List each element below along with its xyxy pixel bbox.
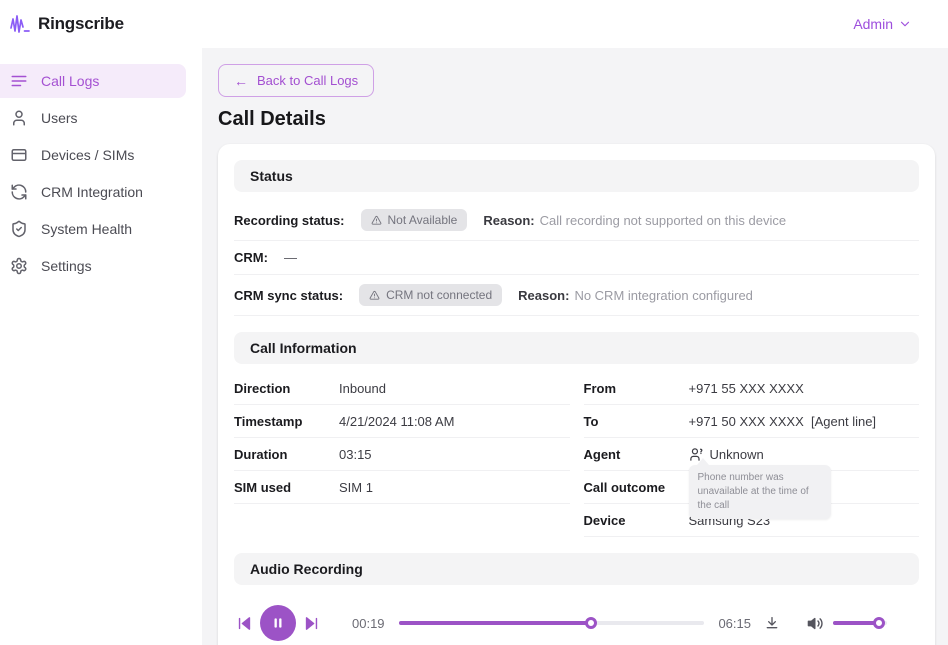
chevron-down-icon: [898, 17, 912, 31]
sidebar-item-label: Users: [41, 110, 78, 126]
shield-check-icon: [10, 220, 28, 238]
field-value: +971 55 XXX XXXX: [689, 381, 804, 396]
total-duration: 06:15: [718, 616, 751, 631]
crm-sync-status-row: CRM sync status: CRM not connected Reaso…: [234, 275, 919, 316]
badge-label: Not Available: [388, 213, 458, 227]
sidebar-item-users[interactable]: Users: [0, 101, 186, 135]
timestamp-row: Timestamp 4/21/2024 11:08 AM: [234, 405, 570, 438]
skip-forward-button[interactable]: [303, 615, 320, 632]
recording-status-row: Recording status: Not Available Reason: …: [234, 200, 919, 241]
seek-bar-thumb[interactable]: [585, 617, 597, 629]
to-row: To +971 50 XXX XXXX [Agent line]: [584, 405, 920, 438]
field-label: From: [584, 381, 689, 396]
waveform-logo-icon: [8, 12, 32, 36]
call-information-section-header: Call Information: [234, 332, 919, 364]
sidebar-item-label: Settings: [41, 258, 92, 274]
crm-value: —: [284, 250, 297, 265]
page-title: Call Details: [218, 108, 935, 131]
field-value: 03:15: [339, 447, 372, 462]
seek-bar[interactable]: [399, 621, 705, 625]
call-information-right-column: From +971 55 XXX XXXX To +971 50 XXX XXX…: [584, 372, 920, 537]
top-bar: Ringscribe Admin: [0, 0, 948, 48]
volume-slider-fill: [833, 621, 879, 625]
brand-logo: Ringscribe: [8, 12, 124, 36]
call-outcome-row: Call outcome Phone number was unavailabl…: [584, 471, 920, 504]
audio-player: 00:19 06:15: [234, 593, 919, 645]
crm-row: CRM: —: [234, 241, 919, 275]
sidebar-item-label: Call Logs: [41, 73, 99, 89]
call-outcome-tooltip: Phone number was unavailable at the time…: [689, 465, 831, 519]
field-label: Call outcome: [584, 480, 689, 495]
sim-used-row: SIM used SIM 1: [234, 471, 570, 504]
field-label: SIM used: [234, 480, 339, 495]
brand-name: Ringscribe: [38, 14, 124, 34]
sidebar: Call Logs Users Devices / SIMs CRM Integ…: [0, 48, 202, 645]
field-label: Direction: [234, 381, 339, 396]
pause-icon: [271, 616, 285, 630]
elapsed-time: 00:19: [352, 616, 385, 631]
field-value: 4/21/2024 11:08 AM: [339, 414, 454, 429]
sidebar-item-crm-integration[interactable]: CRM Integration: [0, 175, 186, 209]
status-section-header: Status: [234, 160, 919, 192]
sync-icon: [10, 183, 28, 201]
back-button-label: Back to Call Logs: [257, 73, 358, 88]
skip-back-button[interactable]: [236, 615, 253, 632]
warning-icon: [369, 290, 380, 301]
reason-label: Reason:: [518, 288, 569, 303]
audio-recording-section-header: Audio Recording: [234, 553, 919, 585]
arrow-left-icon: ←: [234, 74, 248, 88]
sidebar-item-system-health[interactable]: System Health: [0, 212, 186, 246]
reason-text: No CRM integration configured: [574, 288, 752, 303]
skip-forward-icon: [303, 615, 320, 632]
back-to-call-logs-button[interactable]: ← Back to Call Logs: [218, 64, 374, 97]
recording-status-badge: Not Available: [361, 209, 468, 231]
field-value: +971 50 XXX XXXX [Agent line]: [689, 414, 877, 429]
reason-label: Reason:: [483, 213, 534, 228]
download-icon: [764, 615, 780, 631]
user-icon: [10, 109, 28, 127]
field-label: Timestamp: [234, 414, 339, 429]
sidebar-item-label: Devices / SIMs: [41, 147, 134, 163]
warning-icon: [371, 215, 382, 226]
reason-text: Call recording not supported on this dev…: [540, 213, 786, 228]
volume-icon[interactable]: [807, 615, 824, 632]
field-label: Duration: [234, 447, 339, 462]
seek-bar-fill: [399, 621, 592, 625]
field-label: Device: [584, 513, 689, 528]
skip-back-icon: [236, 615, 253, 632]
list-icon: [10, 72, 28, 90]
recording-status-label: Recording status:: [234, 213, 345, 228]
field-value: Inbound: [339, 381, 386, 396]
volume-slider-thumb[interactable]: [873, 617, 885, 629]
volume-slider[interactable]: [833, 621, 887, 625]
admin-menu[interactable]: Admin: [853, 16, 912, 32]
call-details-card: Status Recording status: Not Available R…: [218, 144, 935, 645]
sidebar-item-label: System Health: [41, 221, 132, 237]
pause-button[interactable]: [260, 605, 296, 641]
agent-value: Unknown: [710, 447, 764, 462]
crm-label: CRM:: [234, 250, 268, 265]
call-information-grid: Direction Inbound Timestamp 4/21/2024 11…: [234, 372, 919, 537]
badge-label: CRM not connected: [386, 288, 492, 302]
admin-menu-label: Admin: [853, 16, 893, 32]
main-content: ← Back to Call Logs Call Details Status …: [202, 48, 948, 645]
duration-row: Duration 03:15: [234, 438, 570, 471]
sidebar-item-label: CRM Integration: [41, 184, 143, 200]
field-value: SIM 1: [339, 480, 373, 495]
call-information-left-column: Direction Inbound Timestamp 4/21/2024 11…: [234, 372, 570, 537]
direction-row: Direction Inbound: [234, 372, 570, 405]
crm-sync-status-badge: CRM not connected: [359, 284, 502, 306]
sidebar-item-devices-sims[interactable]: Devices / SIMs: [0, 138, 186, 172]
device-card-icon: [10, 146, 28, 164]
field-label: To: [584, 414, 689, 429]
sidebar-item-settings[interactable]: Settings: [0, 249, 186, 283]
field-label: Agent: [584, 447, 689, 462]
gear-icon: [10, 257, 28, 275]
from-row: From +971 55 XXX XXXX: [584, 372, 920, 405]
crm-sync-status-label: CRM sync status:: [234, 288, 343, 303]
download-button[interactable]: [764, 615, 780, 631]
sidebar-item-call-logs[interactable]: Call Logs: [0, 64, 186, 98]
